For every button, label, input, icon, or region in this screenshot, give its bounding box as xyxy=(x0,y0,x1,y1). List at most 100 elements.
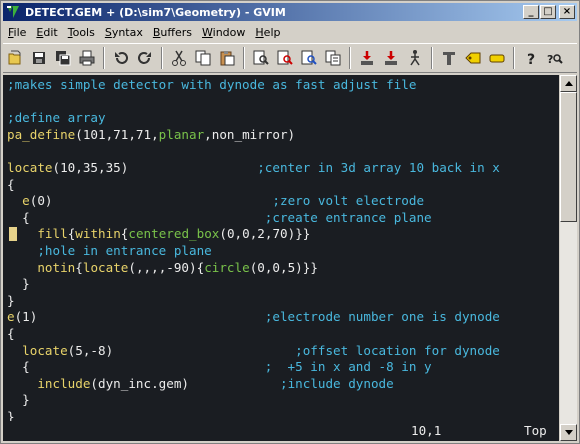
ctags-icon[interactable] xyxy=(462,47,484,69)
code-line[interactable]: notin{locate(,,,,-90){circle(0,0,5)}} xyxy=(7,260,318,276)
code-token: } xyxy=(7,292,15,308)
code-line[interactable]: include(dyn_inc.gem) ;include dynode xyxy=(7,375,393,392)
toolbar-separator xyxy=(513,47,515,69)
find-help-icon[interactable]: ? xyxy=(544,47,566,69)
shell-icon[interactable] xyxy=(438,47,460,69)
code-token: ;define array xyxy=(7,110,106,126)
code-line[interactable]: locate(10,35,35) ;center in 3d array 10 … xyxy=(7,160,500,176)
copy-icon[interactable] xyxy=(192,47,214,69)
menu-label: indow xyxy=(212,26,246,39)
print-icon[interactable] xyxy=(76,47,98,69)
code-token: (0,0,5)}} xyxy=(249,259,318,275)
code-token: include xyxy=(37,375,91,391)
code-token: locate xyxy=(22,342,68,358)
scroll-up-button[interactable] xyxy=(560,75,577,92)
redo-icon[interactable] xyxy=(134,47,156,69)
code-line[interactable]: ;makes simple detector with dynode as fa… xyxy=(7,77,416,93)
tag-jump-icon[interactable] xyxy=(486,47,508,69)
menu-label: dit xyxy=(43,26,58,39)
svg-text:?: ? xyxy=(527,52,535,67)
load-session-icon[interactable] xyxy=(322,47,344,69)
code-token: e xyxy=(22,193,30,209)
code-line[interactable]: { xyxy=(7,177,15,193)
code-token: pa_define xyxy=(7,126,76,142)
save-icon[interactable] xyxy=(28,47,50,69)
menu-help[interactable]: Help xyxy=(250,26,285,39)
code-line[interactable]: } xyxy=(7,276,30,292)
code-line[interactable]: pa_define(101,71,71,planar,non_mirror) xyxy=(7,127,295,143)
menu-tools[interactable]: Tools xyxy=(63,26,100,39)
minimize-button[interactable]: _ xyxy=(523,5,539,19)
close-button[interactable]: × xyxy=(559,5,575,19)
text-editor-area[interactable]: ;makes simple detector with dynode as fa… xyxy=(3,75,559,441)
gvim-app-icon[interactable] xyxy=(5,4,21,20)
code-line[interactable]: } xyxy=(7,392,30,408)
code-token: { xyxy=(7,209,265,225)
code-line[interactable]: fill{within{centered_box(0,0,2,70)}} xyxy=(7,226,310,242)
code-token: ;hole in entrance plane xyxy=(37,243,212,258)
code-token: fill xyxy=(37,226,68,242)
code-token: (101,71,71, xyxy=(75,126,159,142)
find-next-icon[interactable] xyxy=(274,47,296,69)
vertical-scrollbar[interactable] xyxy=(560,75,577,441)
help-icon[interactable]: ? xyxy=(520,47,542,69)
menu-file[interactable]: File xyxy=(3,26,31,39)
maximize-button[interactable]: □ xyxy=(540,5,556,19)
code-line[interactable]: { xyxy=(7,326,15,342)
cursor-position: 10,1 xyxy=(411,423,442,438)
code-token: (,,,,-90){ xyxy=(128,259,205,275)
code-token: locate xyxy=(7,160,53,175)
code-token: ;electrode number one is dynode xyxy=(264,309,500,325)
run-script-icon[interactable] xyxy=(380,47,402,69)
code-line[interactable]: ;define array xyxy=(7,110,106,126)
code-line[interactable]: locate(5,-8) ;offset location for dynode xyxy=(7,343,500,359)
save-all-icon[interactable] xyxy=(52,47,74,69)
cut-icon[interactable] xyxy=(168,47,190,69)
menu-window[interactable]: Window xyxy=(197,26,250,39)
open-icon[interactable] xyxy=(4,47,26,69)
code-token: { xyxy=(7,326,15,341)
menu-bar: File Edit Tools Syntax Buffers Window Help xyxy=(3,23,577,42)
code-token: notin xyxy=(37,259,76,275)
code-token: ;create entrance plane xyxy=(264,209,432,225)
menu-buffers[interactable]: Buffers xyxy=(148,26,197,39)
code-token: (5,-8) xyxy=(67,342,296,358)
find-replace-icon[interactable] xyxy=(250,47,272,69)
toolbar-separator xyxy=(103,47,105,69)
scroll-position: Top xyxy=(524,423,547,438)
undo-icon[interactable] xyxy=(110,47,132,69)
code-token: ;zero volt electrode xyxy=(272,193,425,209)
menu-edit[interactable]: Edit xyxy=(31,26,62,39)
menu-label: uffers xyxy=(160,26,192,39)
menu-syntax[interactable]: Syntax xyxy=(100,26,148,39)
scrollbar-thumb[interactable] xyxy=(560,92,577,222)
menu-accelerator: S xyxy=(104,26,112,39)
code-token: ,non_mirror) xyxy=(204,126,296,142)
save-session-icon[interactable] xyxy=(356,47,378,69)
scroll-down-button[interactable] xyxy=(560,424,577,441)
window-controls: _ □ × xyxy=(522,5,575,19)
code-line[interactable]: e(0) ;zero volt electrode xyxy=(7,193,424,209)
title-bar[interactable]: DETECT.GEM + (D:\sim7\Geometry) - GVIM _… xyxy=(3,3,577,21)
code-token: (0,0,2,70)}} xyxy=(219,226,311,242)
code-line[interactable]: ;hole in entrance plane xyxy=(7,243,212,259)
code-token: { xyxy=(7,176,15,192)
paste-icon[interactable] xyxy=(216,47,238,69)
code-line[interactable]: { ;create entrance plane xyxy=(7,209,432,226)
code-token: locate xyxy=(82,259,129,275)
code-line[interactable]: { ; +5 in x and -8 in y xyxy=(7,359,431,375)
code-line[interactable]: e(1) ;electrode number one is dynode xyxy=(7,309,500,325)
make-icon[interactable] xyxy=(404,47,426,69)
toolbar-separator xyxy=(243,47,245,69)
gvim-window: DETECT.GEM + (D:\sim7\Geometry) - GVIM _… xyxy=(0,0,580,444)
code-token: centered_box xyxy=(128,226,220,242)
code-line[interactable]: } xyxy=(7,293,15,309)
find-prev-icon[interactable] xyxy=(298,47,320,69)
code-token: ;makes simple detector with dynode as fa… xyxy=(7,77,417,92)
